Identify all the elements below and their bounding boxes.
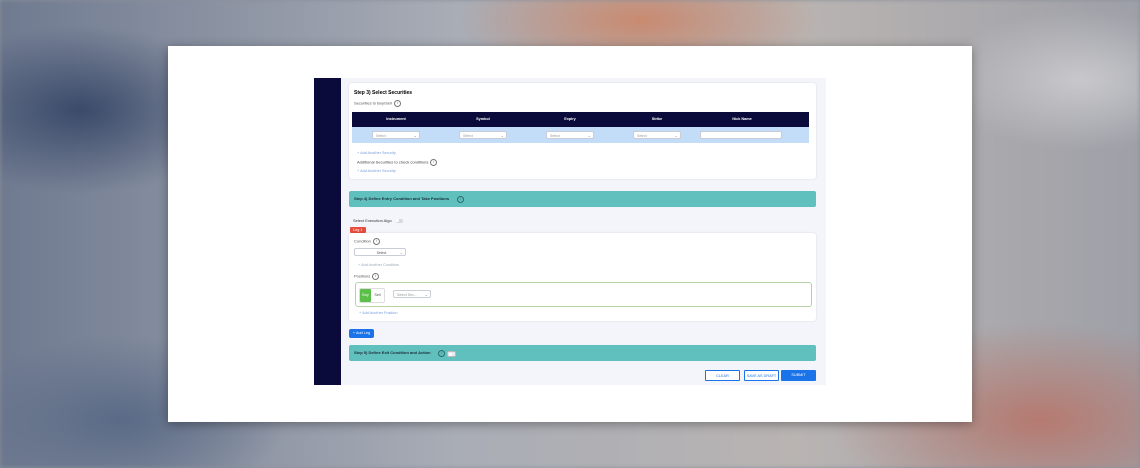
step3-card: Step 3) Select Securities Securities to …	[349, 83, 816, 179]
condition-label-text: Condition	[354, 238, 371, 244]
add-condition-link[interactable]: + Add Another Condition	[358, 263, 399, 267]
nickname-input[interactable]	[700, 131, 782, 139]
submit-button[interactable]: SUBMIT	[781, 370, 816, 381]
info-icon[interactable]: i	[372, 238, 380, 245]
condition-select[interactable]: Select ⌄	[354, 248, 406, 256]
position-security-select[interactable]: Select Sec... ⌄	[393, 290, 431, 298]
leg-card: Condition i Select ⌄ + Add Another Conditi…	[349, 233, 816, 321]
additional-securities-text: Additional Securities to check condition…	[357, 159, 429, 165]
step4-title: Step 4) Define Entry Condition and Take …	[354, 196, 450, 201]
condition-label: Condition i	[354, 238, 380, 245]
column-header-symbol: Symbol	[476, 117, 490, 121]
info-icon[interactable]: i	[372, 273, 380, 280]
column-header-instrument: Instrument	[386, 117, 406, 121]
chevron-down-icon: ⌄	[500, 133, 504, 138]
securities-label-text: Securities to Buy/Sell	[354, 100, 392, 106]
instrument-select-value: Select	[376, 134, 386, 138]
column-header-strike: Strike	[651, 117, 663, 121]
additional-securities-label: Additional Securities to check condition…	[357, 159, 438, 166]
securities-label: Securities to Buy/Sell i	[354, 100, 401, 107]
sell-button[interactable]: Sell	[372, 289, 383, 302]
exit-condition-toggle[interactable]	[447, 351, 456, 357]
buy-sell-toggle: Buy Sell	[359, 288, 385, 303]
step4-header[interactable]: Step 4) Define Entry Condition and Take …	[349, 191, 816, 207]
execution-algo-row: Select Execution Algo	[353, 218, 403, 223]
positions-label-text: Positions	[354, 273, 371, 279]
execution-algo-toggle[interactable]	[395, 218, 403, 223]
condition-select-value: Select	[376, 251, 387, 255]
chevron-down-icon: ⌄	[399, 250, 403, 255]
sidebar	[314, 78, 341, 385]
execution-algo-label: Select Execution Algo	[353, 218, 392, 223]
position-row: Buy Sell Select Sec... ⌄	[355, 282, 812, 307]
step3-title: Step 3) Select Securities	[354, 90, 413, 96]
clear-button[interactable]: CLEAR	[705, 370, 740, 381]
expiry-select-value: Select	[550, 134, 560, 138]
main-content: Step 3) Select Securities Securities to …	[349, 78, 816, 385]
strike-select-value: Select	[637, 134, 647, 138]
buy-button[interactable]: Buy	[360, 289, 371, 302]
expiry-select[interactable]: Select ⌄	[546, 131, 594, 139]
column-header-expiry: Expiry	[564, 117, 576, 121]
preview-modal: Step 3) Select Securities Securities to …	[168, 46, 972, 422]
save-draft-button[interactable]: SAVE AS DRAFT	[744, 370, 779, 381]
symbol-select[interactable]: Select ⌄	[459, 131, 507, 139]
info-icon[interactable]: i	[457, 196, 464, 203]
table-row: Select ⌄ Select ⌄ Select ⌄ Select ⌄	[352, 127, 809, 143]
step5-title: Step 5) Define Exit Condition and Action	[354, 350, 431, 355]
add-security-link-2[interactable]: + Add Another Security	[357, 169, 396, 173]
info-icon[interactable]: i	[430, 159, 438, 166]
column-header-nickname: Nick Name	[732, 117, 752, 121]
positions-label: Positions i	[354, 273, 380, 280]
add-leg-button[interactable]: + Add Leg	[349, 329, 374, 338]
position-security-value: Select Sec...	[397, 293, 417, 297]
chevron-down-icon: ⌄	[413, 133, 417, 138]
chevron-down-icon: ⌄	[424, 292, 428, 297]
info-icon[interactable]: i	[393, 100, 401, 107]
info-icon[interactable]: i	[438, 350, 445, 357]
securities-table-header: Instrument Symbol Expiry Strike Nick Nam…	[352, 112, 809, 127]
step5-header[interactable]: Step 5) Define Exit Condition and Action…	[349, 345, 816, 361]
strike-select[interactable]: Select ⌄	[633, 131, 681, 139]
chevron-down-icon: ⌄	[674, 133, 678, 138]
add-security-link[interactable]: + Add Another Security	[357, 151, 396, 155]
symbol-select-value: Select	[463, 134, 473, 138]
instrument-select[interactable]: Select ⌄	[372, 131, 420, 139]
chevron-down-icon: ⌄	[587, 133, 591, 138]
add-position-link[interactable]: + Add Another Position	[359, 311, 398, 315]
strategy-builder-page: Step 3) Select Securities Securities to …	[314, 78, 826, 385]
